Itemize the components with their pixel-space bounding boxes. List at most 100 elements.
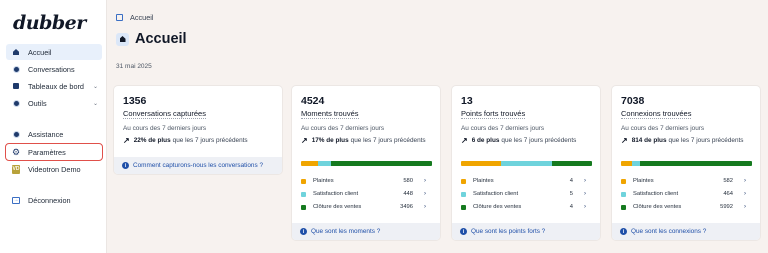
bar-segment-cloture [551,161,592,166]
legend-label: Clôture des ventes [473,204,522,210]
stat-label[interactable]: Points forts trouvés [461,109,526,119]
trend-value: 814 de plus [631,137,667,144]
sidebar-item-label: Paramètres [28,147,66,157]
legend-row-satisfaction[interactable]: Satisfaction client 464 › [621,191,746,197]
trend-text: que les 7 jours précédents [501,137,577,144]
legend-row-plaintes[interactable]: Plaintes 582 › [621,178,746,184]
sidebar-item-label: Déconnexion [28,195,71,205]
stat-period: Au cours des 7 derniers jours [461,125,545,132]
page-title: Accueil [135,31,187,47]
legend-row-plaintes[interactable]: Plaintes 4 › [461,178,586,184]
stat-period: Au cours des 7 derniers jours [621,125,705,132]
stat-period: Au cours des 7 derniers jours [123,125,207,132]
card-footer-link[interactable]: i Que sont les points forts ? [452,223,600,240]
legend-label: Plaintes [473,178,494,184]
stat-label[interactable]: Moments trouvés [301,109,359,119]
legend-row-cloture[interactable]: Clôture des ventes 5992 › [621,204,746,210]
trend-text: que les 7 jours précédents [172,137,248,144]
legend-label: Plaintes [633,178,654,184]
chevron-right-icon: › [424,178,426,184]
legend-row-satisfaction[interactable]: Satisfaction client 5 › [461,191,586,197]
bar-segment-plaintes [461,161,502,166]
breadcrumb-item[interactable]: Accueil [130,13,154,22]
card-footer-link[interactable]: i Que sont les moments ? [292,223,440,240]
stat-value: 4524 [301,95,325,107]
info-icon: i [620,228,627,235]
distribution-bar [461,161,592,166]
card-footer-label: Que sont les connexions ? [631,228,707,235]
chevron-right-icon: › [744,178,746,184]
card-footer-label: Que sont les points forts ? [471,228,546,235]
sidebar-item-label: Accueil [28,47,52,57]
conversations-icon [12,65,20,73]
legend-row-cloture[interactable]: Clôture des ventes 4 › [461,204,586,210]
page-header: Accueil [116,31,187,47]
legend-row-plaintes[interactable]: Plaintes 580 › [301,178,426,184]
card-footer-link[interactable]: i Comment capturons-nous les conversatio… [114,157,282,174]
legend-row-cloture[interactable]: Clôture des ventes 3496 › [301,204,426,210]
chevron-right-icon: › [744,191,746,197]
legend-swatch [461,191,466,197]
sidebar-item-assistance[interactable]: Assistance [6,126,102,142]
chevron-down-icon: ⌄ [92,83,98,90]
sidebar-item-label: Outils [28,98,47,108]
card-footer-link[interactable]: i Que sont les connexions ? [612,223,760,240]
info-icon: i [460,228,467,235]
legend-value: 464 [723,191,733,197]
sidebar-item-tableaux-de-bord[interactable]: Tableaux de bord ⌄ [6,78,102,94]
distribution-bar [621,161,752,166]
trend-up-icon: ↗ [461,136,468,145]
stat-label[interactable]: Conversations capturées [123,109,206,119]
stat-trend: ↗ 6 de plus que les 7 jours précédents [461,136,576,145]
sidebar-item-label: Conversations [28,64,75,74]
stat-label[interactable]: Connexions trouvées [621,109,692,119]
sidebar-item-parametres[interactable]: ⚙ Paramètres [5,143,103,161]
legend-value: 448 [403,191,413,197]
stat-card-conversations: 1356 Conversations capturées Au cours de… [114,86,282,174]
trend-value: 6 de plus [471,137,500,144]
sidebar-item-label: Videotron Demo [28,164,81,174]
legend-swatch [621,204,626,210]
help-icon [12,130,20,138]
dubber-logo[interactable]: dubber [13,12,86,34]
sidebar-item-deconnexion[interactable]: → Déconnexion [6,192,102,208]
legend-value: 580 [403,178,413,184]
trend-text: que les 7 jours précédents [668,137,744,144]
trend-text: que les 7 jours précédents [350,137,426,144]
legend-swatch [621,178,626,184]
legend-swatch [621,191,626,197]
legend-value: 3496 [400,204,413,210]
account-badge: VD [12,164,20,174]
chevron-right-icon: › [584,191,586,197]
stat-value: 7038 [621,95,645,107]
legend-value: 582 [723,178,733,184]
sidebar-item-conversations[interactable]: Conversations [6,61,102,77]
card-footer-label: Que sont les moments ? [311,228,381,235]
logout-icon: → [12,196,20,204]
chevron-right-icon: › [424,204,426,210]
chevron-down-icon: ⌄ [92,100,98,107]
legend-value: 4 [569,178,573,184]
sidebar-toggle-icon[interactable] [116,14,123,21]
sidebar-item-label: Tableaux de bord [28,81,84,91]
legend-row-satisfaction[interactable]: Satisfaction client 448 › [301,191,426,197]
trend-up-icon: ↗ [301,136,308,145]
tools-icon [12,99,20,107]
info-icon: i [122,162,129,169]
distribution-bar [301,161,432,166]
sidebar-item-accueil[interactable]: Accueil [6,44,102,60]
sidebar-item-videotron-demo[interactable]: VD Videotron Demo [6,161,102,177]
stat-card-connexions: 7038 Connexions trouvées Au cours des 7 … [612,86,760,240]
info-icon: i [300,228,307,235]
dashboard-icon [12,82,20,90]
home-icon [116,32,129,46]
breadcrumb: Accueil [116,13,154,22]
legend-value: 5 [569,191,573,197]
legend-label: Satisfaction client [473,191,519,197]
bar-segment-satisfaction [501,161,552,166]
home-icon [12,48,20,56]
bar-segment-plaintes [621,161,632,166]
stat-period: Au cours des 7 derniers jours [301,125,385,132]
sidebar-item-outils[interactable]: Outils ⌄ [6,95,102,111]
stat-value: 1356 [123,95,147,107]
